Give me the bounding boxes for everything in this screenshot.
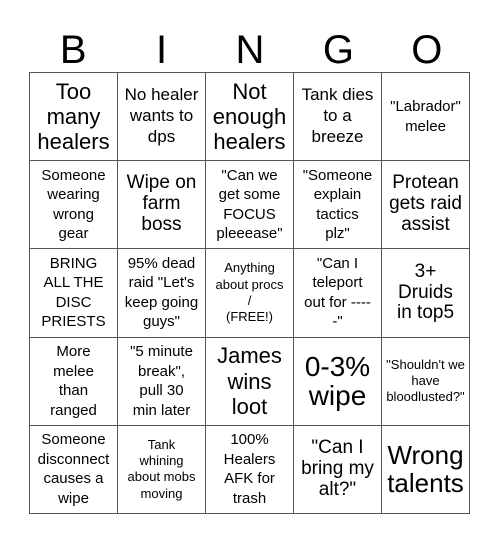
bingo-cell-text: 3+ Druids in top5 [396, 260, 455, 324]
bingo-cell-text: No healer wants to dps [124, 85, 199, 146]
bingo-cell[interactable]: "Can we get some FOCUS pleeease" [206, 161, 294, 250]
bingo-cell-text: Protean gets raid assist [389, 172, 462, 236]
bingo-cell-text: Tank whining about mobs moving [127, 436, 196, 501]
bingo-cell-text: "5 minute break", pull 30 min later [130, 343, 193, 419]
bingo-cell-text: "Labrador" melee [390, 98, 461, 135]
bingo-cell[interactable]: Tank whining about mobs moving [118, 425, 206, 514]
header-letter-i: I [156, 28, 168, 72]
bingo-cell-text: Not enough healers [212, 78, 287, 155]
bingo-cell-text: James wins loot [217, 343, 282, 419]
bingo-cell-text: 0-3% wipe [304, 350, 371, 412]
header-letter-b: B [59, 28, 87, 72]
bingo-cell[interactable]: Someone wearing wrong gear [30, 161, 118, 250]
bingo-cell[interactable]: "5 minute break", pull 30 min later [118, 337, 206, 426]
bingo-cell[interactable]: Too many healers [30, 73, 118, 162]
bingo-cell[interactable]: "Can I teleport out for ---- -" [294, 249, 382, 338]
bingo-cell-text: Wipe on farm boss [126, 172, 197, 236]
bingo-cell[interactable]: 95% dead raid "Let's keep going guys" [118, 249, 206, 338]
bingo-cell[interactable]: "Someone explain tactics plz" [294, 161, 382, 250]
bingo-cell[interactable]: "Labrador" melee [382, 73, 470, 162]
bingo-cell-text: Too many healers [37, 78, 110, 155]
bingo-cell[interactable]: 3+ Druids in top5 [382, 249, 470, 338]
bingo-cell[interactable]: Tank dies to a breeze [294, 73, 382, 162]
bingo-cell[interactable]: BRING ALL THE DISC PRIESTS [30, 249, 118, 338]
bingo-cell-text: More melee than ranged [50, 343, 97, 419]
bingo-cell-text: 100% Healers AFK for trash [223, 431, 276, 507]
bingo-cell-text: BRING ALL THE DISC PRIESTS [41, 254, 106, 331]
bingo-cell-text: "Can I bring my alt?" [301, 437, 374, 500]
header-letter-o: O [411, 28, 443, 72]
bingo-cell[interactable]: James wins loot [206, 337, 294, 426]
bingo-cell[interactable]: 0-3% wipe [294, 337, 382, 426]
bingo-cell-text: "Can I teleport out for ---- -" [304, 254, 371, 331]
bingo-cell[interactable]: Anything about procs / (FREE!) [206, 249, 294, 338]
bingo-cell-text: Someone disconnect causes a wipe [37, 431, 110, 507]
bingo-cell[interactable]: "Can I bring my alt?" [294, 425, 382, 514]
bingo-cell-text: "Shouldn't we have bloodlusted?" [386, 356, 465, 405]
bingo-cell-text: Someone wearing wrong gear [41, 166, 106, 243]
bingo-cell[interactable]: No healer wants to dps [118, 73, 206, 162]
bingo-cell-text: 95% dead raid "Let's keep going guys" [124, 254, 199, 331]
header-letter-n: N [235, 28, 265, 72]
bingo-cell-text: Tank dies to a breeze [301, 85, 374, 146]
header-letter-g: G [322, 28, 354, 72]
bingo-cell-text: "Someone explain tactics plz" [302, 166, 373, 243]
bingo-cell[interactable]: Someone disconnect causes a wipe [30, 425, 118, 514]
bingo-card-grid: Too many healers No healer wants to dps No… [29, 72, 470, 514]
bingo-cell-text: Wrong talents [387, 440, 464, 499]
bingo-cell[interactable]: More melee than ranged [30, 337, 118, 426]
bingo-cell[interactable]: "Shouldn't we have bloodlusted?" [382, 337, 470, 426]
bingo-cell-text: "Can we get some FOCUS pleeease" [216, 166, 283, 243]
bingo-cell[interactable]: Protean gets raid assist [382, 161, 470, 250]
bingo-cell[interactable]: Wipe on farm boss [118, 161, 206, 250]
bingo-cell[interactable]: 100% Healers AFK for trash [206, 425, 294, 514]
bingo-cell[interactable]: Not enough healers [206, 73, 294, 162]
bingo-header: B I N G O [29, 28, 471, 72]
bingo-cell[interactable]: Wrong talents [382, 425, 470, 514]
bingo-cell-text: Anything about procs / (FREE!) [215, 260, 284, 325]
